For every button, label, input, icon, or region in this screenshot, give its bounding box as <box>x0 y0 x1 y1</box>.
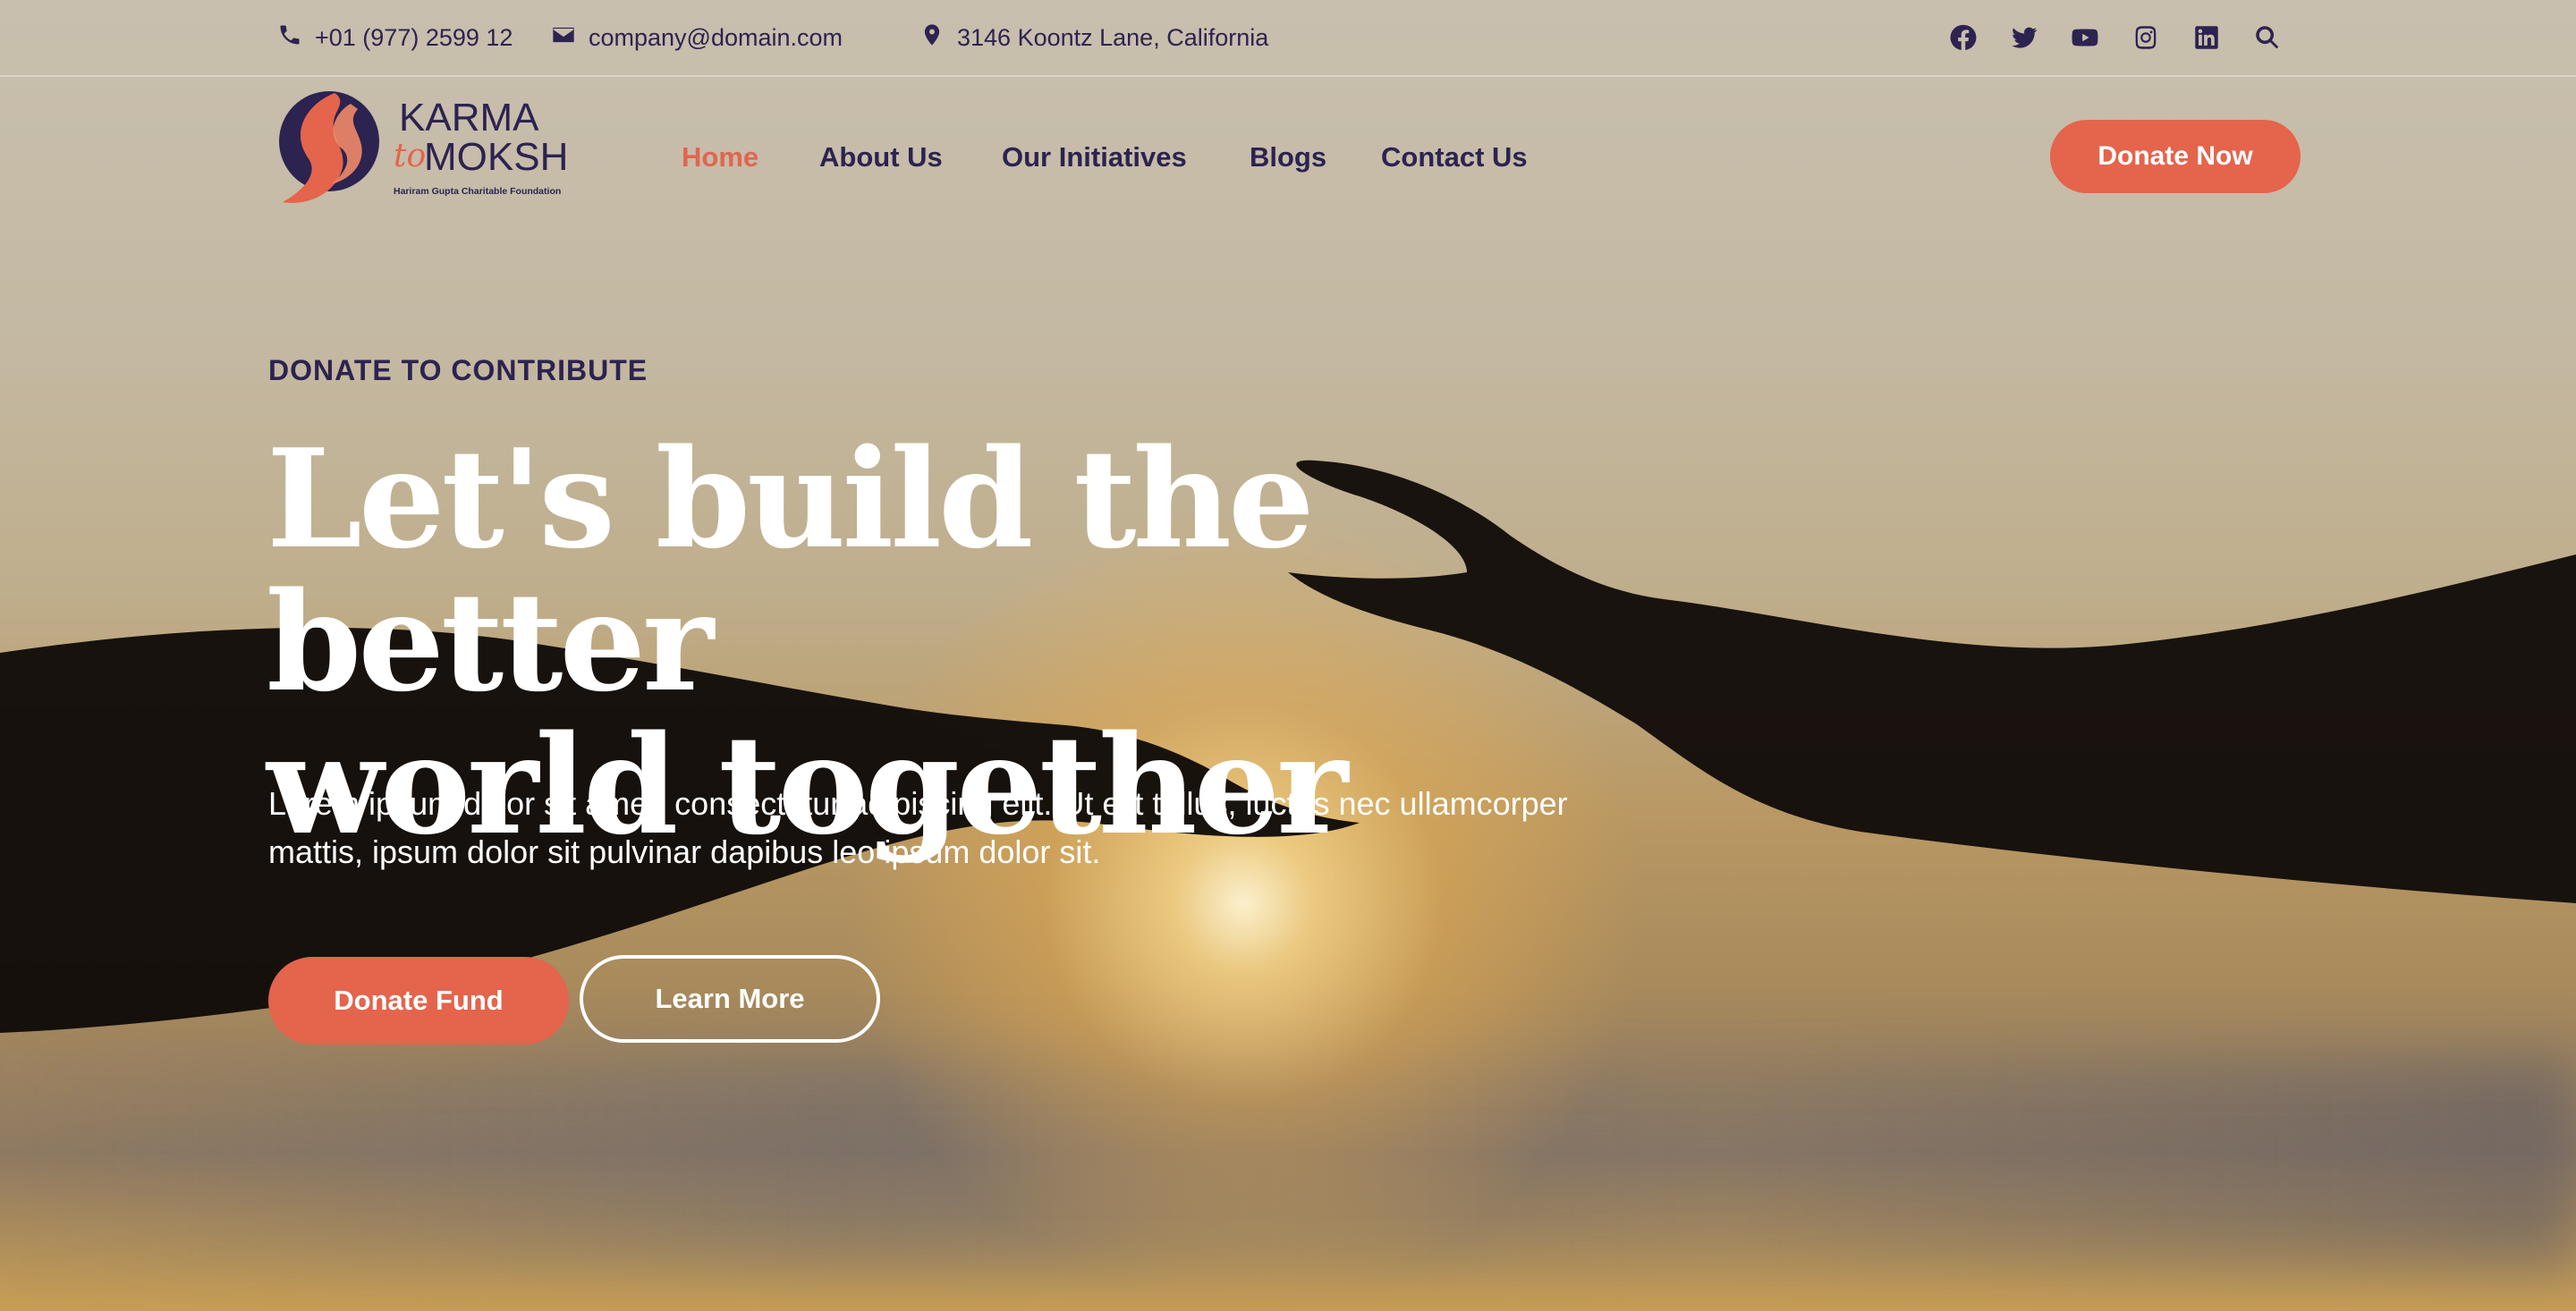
donate-fund-button[interactable]: Donate Fund <box>268 957 569 1045</box>
email-contact[interactable]: company@domain.com <box>551 0 843 75</box>
instagram-icon[interactable] <box>2131 22 2161 53</box>
donate-now-button[interactable]: Donate Now <box>2050 120 2301 193</box>
hero-headline-line-1: Let's build the better <box>267 419 1315 722</box>
site-logo[interactable]: KARMA to MOKSH Hariram Gupta Charitable … <box>272 86 568 220</box>
nav-blogs[interactable]: Blogs <box>1250 132 1326 182</box>
nav-about-us[interactable]: About Us <box>819 132 943 182</box>
nav-our-initiatives[interactable]: Our Initiatives <box>1002 132 1187 182</box>
hero-description: Lorem ipsum dolor sit amet, consectetur … <box>268 785 1568 870</box>
youtube-icon[interactable] <box>2070 22 2100 53</box>
search-icon[interactable] <box>2252 22 2283 53</box>
map-pin-icon <box>919 22 945 54</box>
phone-number: +01 (977) 2599 12 <box>315 23 513 51</box>
twitter-icon[interactable] <box>2009 22 2039 53</box>
logo-text-to: to <box>394 138 426 174</box>
address-contact: 3146 Koontz Lane, California <box>919 0 1268 75</box>
nav-home[interactable]: Home <box>682 132 758 182</box>
email-address: company@domain.com <box>589 23 843 51</box>
hero-eyebrow: DONATE TO CONTRIBUTE <box>268 354 648 386</box>
logo-tagline: Hariram Gupta Charitable Foundation <box>394 186 561 197</box>
facebook-icon[interactable] <box>1948 22 1979 53</box>
karma-to-moksh-logo-mark: KARMA to MOKSH Hariram Gupta Charitable … <box>279 91 568 203</box>
phone-contact[interactable]: +01 (977) 2599 12 <box>277 0 513 75</box>
nav-contact-us[interactable]: Contact Us <box>1381 132 1528 182</box>
envelope-icon <box>551 22 576 54</box>
top-utility-bar: +01 (977) 2599 12 company@domain.com 314… <box>0 0 2576 77</box>
address-text: 3146 Koontz Lane, California <box>957 23 1269 51</box>
phone-icon <box>277 22 302 54</box>
learn-more-button[interactable]: Learn More <box>580 955 880 1043</box>
linkedin-icon[interactable] <box>2191 22 2222 53</box>
logo-text-karma: KARMA <box>399 96 539 140</box>
logo-text-moksh: MOKSH <box>424 135 567 179</box>
social-links <box>1948 0 2283 75</box>
